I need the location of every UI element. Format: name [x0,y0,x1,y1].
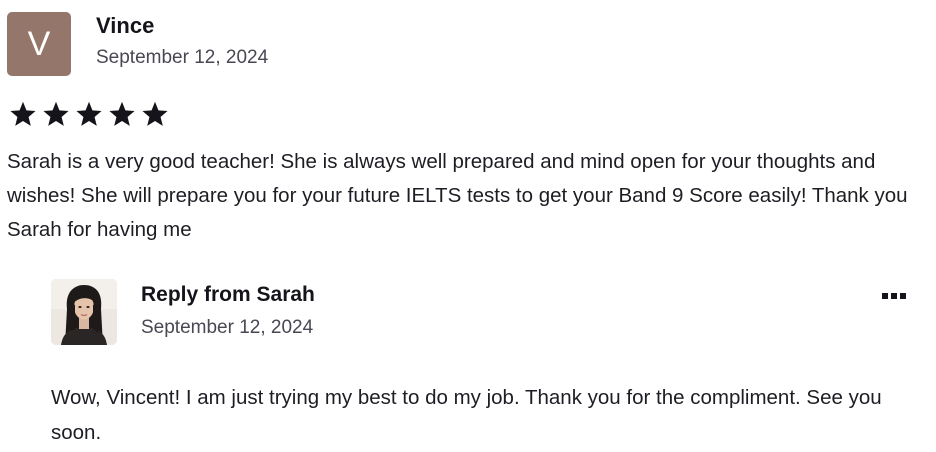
star-icon [142,101,168,126]
review-text: Sarah is a very good teacher! She is alw… [7,150,908,241]
reply-avatar [51,279,117,345]
reply-title: Reply from Sarah [141,283,315,306]
star-icon [43,101,69,126]
star-icon [10,101,36,126]
review-date: September 12, 2024 [96,47,269,68]
more-options-icon [882,293,888,299]
reply-date: September 12, 2024 [141,317,314,338]
reviewer-name: Vince [96,13,155,38]
reply-text: Wow, Vincent! I am just trying my best t… [51,386,882,444]
star-rating [8,99,170,129]
star-icon [109,101,135,126]
more-options-icon [891,293,897,299]
reviewer-avatar: V [7,12,71,76]
more-options-icon [900,293,906,299]
more-options-button[interactable] [878,285,910,307]
star-icon [76,101,102,126]
